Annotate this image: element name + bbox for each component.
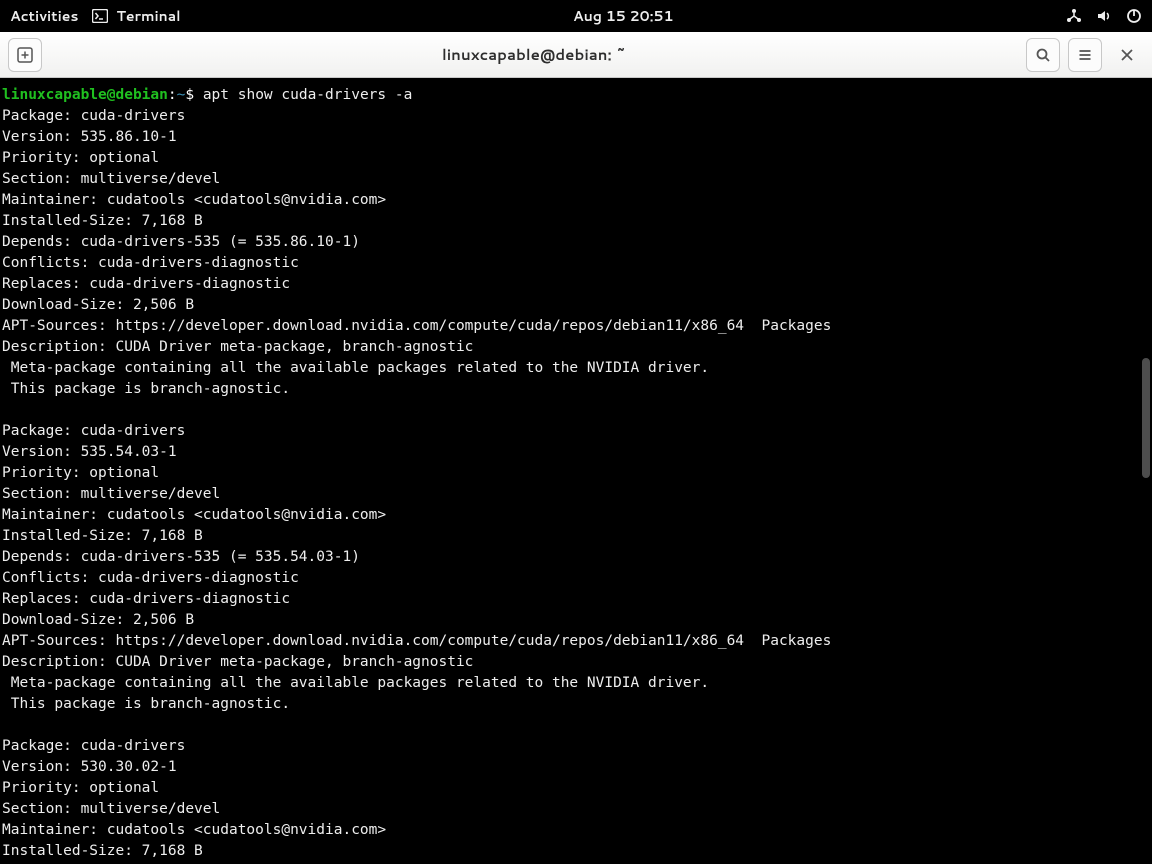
scrollbar-track[interactable] (1140, 78, 1152, 864)
hamburger-icon (1077, 47, 1093, 63)
new-tab-button[interactable] (8, 38, 42, 72)
power-icon[interactable] (1126, 8, 1142, 24)
terminal-app-icon (92, 9, 108, 23)
menu-button[interactable] (1068, 38, 1102, 72)
plus-icon (17, 47, 33, 63)
window-titlebar: linuxcapable@debian: ~ (0, 32, 1152, 78)
network-icon[interactable] (1066, 8, 1082, 24)
current-app[interactable]: Terminal (92, 6, 180, 26)
terminal-content[interactable]: linuxcapable@debian:~$ apt show cuda-dri… (0, 78, 1152, 862)
terminal-viewport[interactable]: linuxcapable@debian:~$ apt show cuda-dri… (0, 78, 1152, 864)
close-button[interactable] (1110, 38, 1144, 72)
search-button[interactable] (1026, 38, 1060, 72)
volume-icon[interactable] (1096, 8, 1112, 24)
gnome-topbar: Activities Terminal Aug 15 20:51 (0, 0, 1152, 32)
close-icon (1120, 48, 1134, 62)
clock[interactable]: Aug 15 20:51 (573, 6, 674, 26)
current-app-label: Terminal (116, 6, 180, 26)
window-title: linuxcapable@debian: ~ (442, 44, 626, 65)
activities-button[interactable]: Activities (10, 6, 78, 26)
scrollbar-thumb[interactable] (1142, 358, 1150, 478)
search-icon (1035, 47, 1051, 63)
